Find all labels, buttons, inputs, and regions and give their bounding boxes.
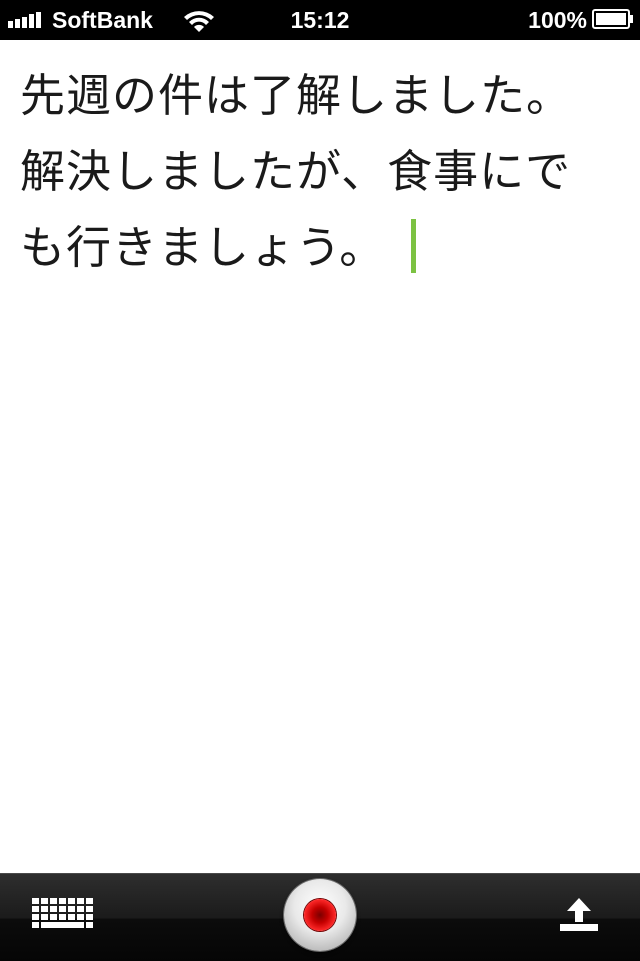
dictation-text-area[interactable]: 先週の件は了解しました。 解決しましたが、食事にで も行きましょう。 bbox=[0, 40, 640, 874]
status-bar: SoftBank 15:12 100% bbox=[0, 0, 640, 40]
record-icon bbox=[304, 899, 336, 931]
text-line-last: も行きましょう。 bbox=[20, 210, 620, 286]
battery-full-icon bbox=[592, 9, 633, 29]
bottom-toolbar bbox=[0, 873, 640, 961]
keyboard-icon[interactable] bbox=[24, 896, 100, 936]
dictation-text[interactable]: 先週の件は了解しました。 解決しましたが、食事にで も行きましょう。 bbox=[20, 58, 620, 286]
battery-percentage: 100% bbox=[528, 7, 587, 33]
text-line: 解決しましたが、食事にで bbox=[20, 145, 572, 198]
record-button[interactable] bbox=[284, 879, 356, 951]
text-cursor bbox=[411, 219, 417, 273]
text-line-content: も行きましょう。 bbox=[20, 221, 386, 274]
text-line: 先週の件は了解しました。 bbox=[20, 69, 573, 122]
share-upload-icon[interactable] bbox=[558, 898, 600, 936]
